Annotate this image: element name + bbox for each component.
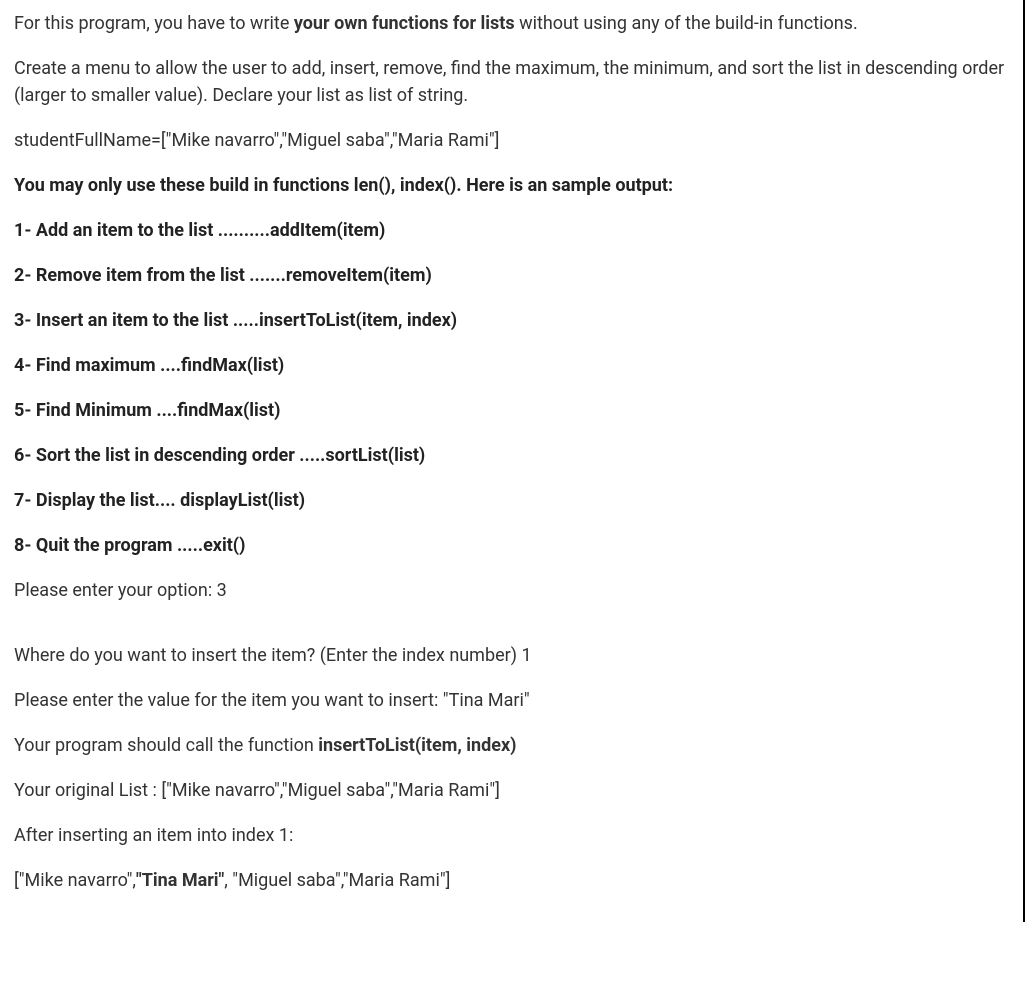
menu-item-4: 4- Find maximum ....findMax(list) xyxy=(14,352,1009,379)
result-list: ["Mike navarro","Tina Mari", "Miguel sab… xyxy=(14,867,1009,894)
menu-item-5: 5- Find Minimum ....findMax(list) xyxy=(14,397,1009,424)
intro-line-1-bold: your own functions for lists xyxy=(294,13,515,34)
result-post: , "Miguel saba","Maria Rami"] xyxy=(224,870,450,891)
intro-line-1-post: without using any of the build-in functi… xyxy=(515,13,858,34)
spacer xyxy=(14,622,1009,642)
call-fn-bold: insertToList(item, index) xyxy=(318,735,516,756)
intro-line-1-pre: For this program, you have to write xyxy=(14,13,294,34)
result-pre: ["Mike navarro", xyxy=(14,870,136,891)
instructions-header: You may only use these build in function… xyxy=(14,172,1009,199)
after-insert: After inserting an item into index 1: xyxy=(14,822,1009,849)
menu-item-2: 2- Remove item from the list .......remo… xyxy=(14,262,1009,289)
call-fn: Your program should call the function in… xyxy=(14,732,1009,759)
intro-line-1: For this program, you have to write your… xyxy=(14,10,1009,37)
menu-item-1: 1- Add an item to the list ..........add… xyxy=(14,217,1009,244)
prompt-option: Please enter your option: 3 xyxy=(14,577,1009,604)
menu-item-3: 3- Insert an item to the list .....inser… xyxy=(14,307,1009,334)
original-list: Your original List : ["Mike navarro","Mi… xyxy=(14,777,1009,804)
enter-value: Please enter the value for the item you … xyxy=(14,687,1009,714)
menu-item-8: 8- Quit the program .....exit() xyxy=(14,532,1009,559)
call-fn-pre: Your program should call the function xyxy=(14,735,318,756)
intro-line-3: studentFullName=["Mike navarro","Miguel … xyxy=(14,127,1009,154)
menu-item-7: 7- Display the list.... displayList(list… xyxy=(14,487,1009,514)
result-bold: "Tina Mari" xyxy=(136,870,224,891)
intro-line-2: Create a menu to allow the user to add, … xyxy=(14,55,1009,109)
where-insert: Where do you want to insert the item? (E… xyxy=(14,642,1009,669)
menu-item-6: 6- Sort the list in descending order ...… xyxy=(14,442,1009,469)
